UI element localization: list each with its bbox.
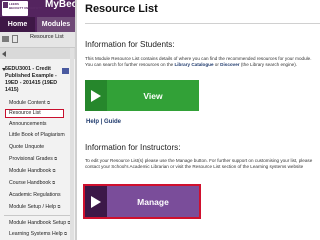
menu-toggle-icon[interactable] bbox=[2, 36, 9, 42]
tab-home[interactable]: Home bbox=[0, 17, 35, 32]
external-link-icon: ⧉ bbox=[54, 156, 58, 161]
students-heading: Information for Students: bbox=[85, 40, 175, 49]
app-title: MyBeck bbox=[45, 0, 83, 10]
crest-icon bbox=[3, 2, 8, 8]
external-link-icon: ⧉ bbox=[64, 231, 67, 236]
sidebar-item-label: Module Setup / Help bbox=[9, 204, 57, 210]
play-icon bbox=[85, 186, 107, 217]
title-divider bbox=[85, 23, 320, 24]
manage-button-label: Manage bbox=[137, 196, 169, 207]
breadcrumb-current: Resource List bbox=[30, 34, 64, 40]
sidebar-item-resource-list[interactable]: Resource List bbox=[5, 109, 64, 118]
sidebar-item-module-setup-help[interactable]: Module Setup / Help ⧉ bbox=[9, 204, 60, 210]
sidebar-item-module-content[interactable]: Module Content ⧉ bbox=[9, 100, 50, 106]
sidebar-item-learning-systems-help[interactable]: Learning Systems Help ⧉ bbox=[9, 231, 67, 237]
sidebar-item-quote-unquote[interactable]: Quote Unquote bbox=[9, 144, 44, 150]
sidebar-item-label: Little Book of Plagiarism bbox=[9, 132, 65, 138]
menu-header-strip bbox=[0, 48, 75, 59]
view-button-label: View bbox=[143, 90, 163, 101]
sidebar-item-module-handbook-setup[interactable]: Module Handbook Setup ⧉ bbox=[9, 220, 70, 226]
sidebar-item-label: Announcements bbox=[9, 121, 47, 127]
sidebar-item-provisional-grades[interactable]: Provisional Grades ⧉ bbox=[9, 156, 57, 162]
library-catalogue-link[interactable]: Library Catalogue bbox=[174, 62, 213, 67]
sidebar-item-label: Academic Regulations bbox=[9, 192, 61, 198]
breadcrumb-bar: Resource List bbox=[0, 32, 75, 48]
course-home-icon[interactable] bbox=[62, 68, 69, 74]
menu-divider bbox=[4, 215, 70, 216]
page-title: Resource List bbox=[85, 3, 158, 15]
sidebar-item-label: Quote Unquote bbox=[9, 144, 45, 150]
sidebar-item-module-handbook[interactable]: Module Handbook ⧉ bbox=[9, 168, 55, 174]
instructors-description: To edit your Resource List(s) please use… bbox=[85, 158, 313, 169]
tab-modules[interactable]: Modules bbox=[37, 17, 75, 32]
university-logo[interactable]: LEEDS BECKETT UNIVERSITY bbox=[2, 1, 42, 16]
external-link-icon: ⧉ bbox=[52, 168, 56, 173]
help-guide-links[interactable]: Help | Guide bbox=[86, 119, 121, 125]
sidebar-item-course-handbook[interactable]: Course Handbook ⧉ bbox=[9, 180, 55, 186]
instructors-heading: Information for Instructors: bbox=[85, 143, 181, 152]
sidebar-item-label: Resource List bbox=[9, 110, 41, 116]
page-icon[interactable] bbox=[12, 35, 18, 43]
collapse-arrow-icon[interactable] bbox=[2, 51, 6, 57]
sidebar-item-academic-regulations[interactable]: Academic Regulations bbox=[9, 192, 61, 198]
sidebar-item-label: Provisional Grades bbox=[9, 156, 53, 162]
external-link-icon: ⧉ bbox=[57, 204, 61, 209]
pane-separator[interactable] bbox=[75, 0, 77, 240]
sidebar-scrollbar[interactable] bbox=[70, 48, 74, 240]
top-bar: LEEDS BECKETT UNIVERSITY MyBeck Home Mod… bbox=[0, 0, 83, 32]
discover-link[interactable]: Discover bbox=[220, 62, 239, 67]
play-icon bbox=[85, 80, 107, 111]
external-link-icon: ⧉ bbox=[52, 180, 56, 185]
sidebar-item-label: Module Handbook Setup bbox=[9, 220, 67, 226]
external-link-icon: ⧉ bbox=[47, 100, 50, 105]
sidebar-item-label: Course Handbook bbox=[9, 180, 51, 186]
view-button[interactable]: View bbox=[85, 80, 199, 111]
students-description: This Module Resource List contains detai… bbox=[85, 56, 312, 67]
sidebar-item-announcements[interactable]: Announcements bbox=[9, 121, 47, 127]
logo-text-line2: BECKETT UNIVERSITY bbox=[9, 6, 43, 10]
sidebar-item-label: Learning Systems Help bbox=[9, 231, 63, 237]
sidebar-item-label: Module Handbook bbox=[9, 168, 52, 174]
course-menu: 5EDU3001 - Credit Published Example - 19… bbox=[0, 48, 75, 240]
manage-button[interactable]: Manage bbox=[83, 184, 201, 219]
sidebar-item-little-book-of-plagiarism[interactable]: Little Book of Plagiarism bbox=[9, 132, 65, 138]
course-title[interactable]: 5EDU3001 - Credit Published Example - 19… bbox=[5, 66, 69, 94]
sidebar-item-label: Module Content bbox=[9, 100, 46, 106]
